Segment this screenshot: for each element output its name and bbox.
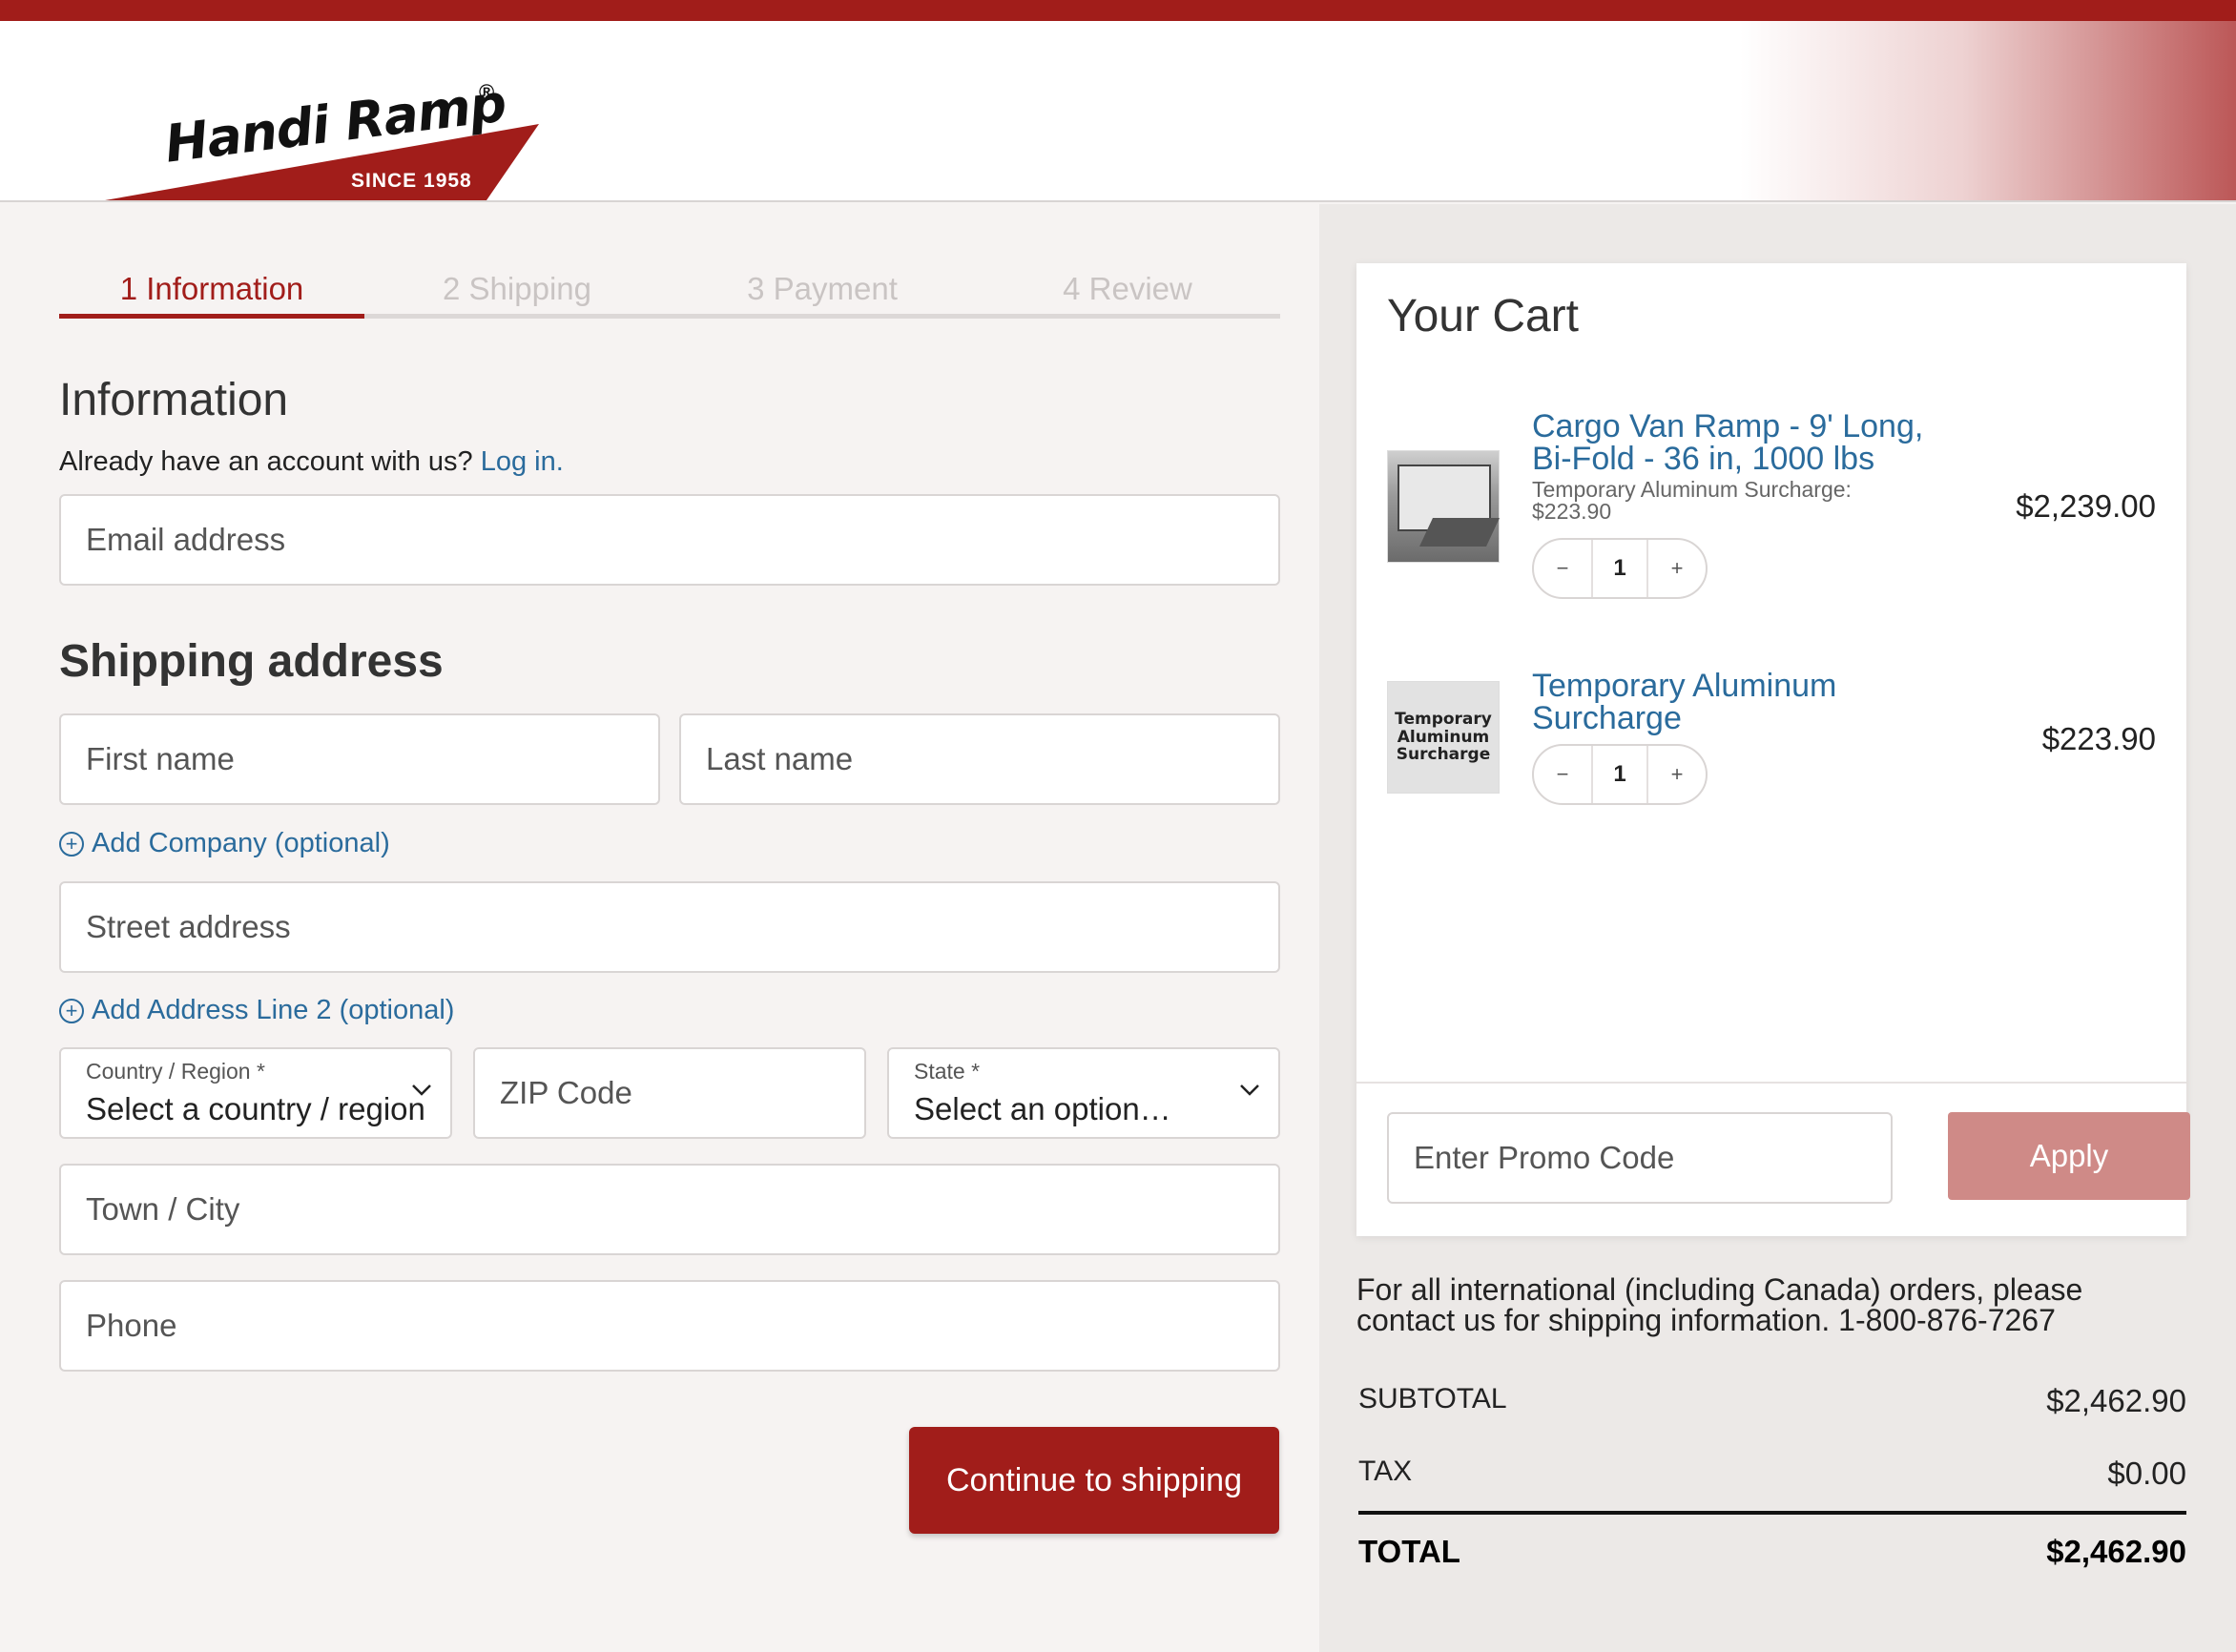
site-header: Handi Ramp ® SINCE 1958 (0, 21, 2236, 202)
cart-item-name[interactable]: Temporary Aluminum Surcharge (1532, 670, 1836, 734)
cart-item-price: $223.90 (2041, 721, 2156, 756)
add-address-line2-label: Add Address Line 2 (optional) (92, 995, 455, 1025)
increase-quantity-button[interactable]: + (1648, 556, 1706, 581)
phone-field[interactable]: Phone (59, 1280, 1280, 1372)
account-prompt-text: Already have an account with us? (59, 446, 473, 477)
cargo-van-ramp-image[interactable] (1387, 450, 1500, 563)
checkout-form-panel: 1 Information 2 Shipping 3 Payment 4 Rev… (0, 204, 1319, 1652)
header-gradient (1740, 21, 2236, 200)
continue-to-shipping-button[interactable]: Continue to shipping (909, 1427, 1279, 1534)
step-shipping[interactable]: 2 Shipping (364, 271, 670, 307)
apply-promo-button[interactable]: Apply (1948, 1112, 2190, 1200)
add-address-line2-link[interactable]: + Add Address Line 2 (optional) (59, 995, 454, 1026)
step-information[interactable]: 1 Information (59, 271, 364, 307)
country-region-value: Select a country / region (86, 1091, 425, 1126)
decrease-quantity-button[interactable]: − (1534, 762, 1591, 787)
zip-code-field[interactable]: ZIP Code (473, 1047, 866, 1139)
cart-item-price: $2,239.00 (2016, 488, 2156, 524)
promo-code-field[interactable]: Enter Promo Code (1387, 1112, 1893, 1204)
total-divider (1358, 1511, 2186, 1515)
intl-note-line1: For all international (including Canada)… (1356, 1272, 2083, 1307)
add-company-link[interactable]: + Add Company (optional) (59, 828, 390, 859)
chevron-down-icon (1240, 1084, 1259, 1096)
surcharge-image[interactable]: Temporary Aluminum Surcharge (1387, 681, 1500, 794)
last-name-field[interactable]: Last name (679, 713, 1280, 805)
increase-quantity-button[interactable]: + (1648, 762, 1706, 787)
account-prompt: Already have an account with us? Log in. (59, 446, 564, 478)
login-link[interactable]: Log in. (481, 446, 564, 477)
checkout-steps: 1 Information 2 Shipping 3 Payment 4 Rev… (59, 261, 1280, 319)
subtotal-label: SUBTOTAL (1358, 1383, 1507, 1415)
surcharge-note-line1: Temporary Aluminum Surcharge: (1532, 477, 1852, 502)
total-row: TOTAL $2,462.90 (1358, 1534, 2186, 1570)
subtotal-value: $2,462.90 (2046, 1383, 2186, 1418)
state-select[interactable]: State * Select an option… (887, 1047, 1280, 1139)
tax-label: TAX (1358, 1456, 1413, 1487)
tax-value: $0.00 (2107, 1456, 2186, 1491)
plus-circle-icon: + (59, 998, 84, 1023)
intl-note-line2: contact us for shipping information. 1-8… (1356, 1303, 2056, 1337)
surcharge-note-line2: $223.90 (1532, 499, 1612, 524)
chevron-down-icon (410, 1078, 433, 1101)
email-field[interactable]: Email address (59, 494, 1280, 586)
country-region-select[interactable]: Country / Region * Select a country / re… (59, 1047, 452, 1139)
ramp-shape (1419, 518, 1500, 547)
add-company-label: Add Company (optional) (92, 828, 390, 858)
quantity-stepper: − 1 + (1532, 538, 1708, 599)
quantity-value[interactable]: 1 (1591, 540, 1648, 597)
total-label: TOTAL (1358, 1534, 1460, 1569)
first-name-field[interactable]: First name (59, 713, 660, 805)
cart-item-surcharge-note: Temporary Aluminum Surcharge: $223.90 (1532, 479, 1852, 523)
cart-card: Your Cart Cargo Van Ramp - 9' Long, Bi-F… (1356, 263, 2190, 1236)
subtotal-row: SUBTOTAL $2,462.90 (1358, 1383, 2186, 1419)
state-label: State * (914, 1059, 981, 1084)
decrease-quantity-button[interactable]: − (1534, 556, 1591, 581)
cart-item-name-line1: Temporary Aluminum (1532, 668, 1837, 704)
quantity-value[interactable]: 1 (1591, 746, 1648, 803)
plus-circle-icon: + (59, 831, 84, 857)
tax-row: TAX $0.00 (1358, 1456, 2186, 1492)
handi-ramp-logo[interactable]: Handi Ramp ® SINCE 1958 (105, 57, 553, 200)
total-value: $2,462.90 (2046, 1534, 2186, 1569)
country-region-label: Country / Region * (86, 1059, 265, 1084)
shipping-address-heading: Shipping address (59, 636, 444, 687)
street-address-field[interactable]: Street address (59, 881, 1280, 973)
cart-item-name-line2: Bi-Fold - 36 in, 1000 lbs (1532, 441, 1875, 477)
active-step-indicator (59, 314, 364, 319)
order-summary-panel: Your Cart Cargo Van Ramp - 9' Long, Bi-F… (1319, 204, 2236, 1652)
logo-registered-mark: ® (479, 80, 495, 104)
logo-since-text: SINCE 1958 (351, 170, 472, 192)
international-orders-note: For all international (including Canada)… (1356, 1274, 2196, 1335)
information-heading: Information (59, 375, 289, 425)
cart-item-name-line1: Cargo Van Ramp - 9' Long, (1532, 408, 1924, 444)
town-city-field[interactable]: Town / City (59, 1164, 1280, 1255)
cart-title: Your Cart (1387, 291, 1579, 341)
quantity-stepper: − 1 + (1532, 744, 1708, 805)
top-accent-bar (0, 0, 2236, 21)
step-review[interactable]: 4 Review (975, 271, 1280, 307)
step-payment[interactable]: 3 Payment (670, 271, 975, 307)
state-value: Select an option… (914, 1091, 1171, 1126)
cart-item-name-line2: Surcharge (1532, 700, 1682, 736)
cart-divider (1356, 1082, 2186, 1084)
cart-item-name[interactable]: Cargo Van Ramp - 9' Long, Bi-Fold - 36 i… (1532, 410, 1923, 475)
